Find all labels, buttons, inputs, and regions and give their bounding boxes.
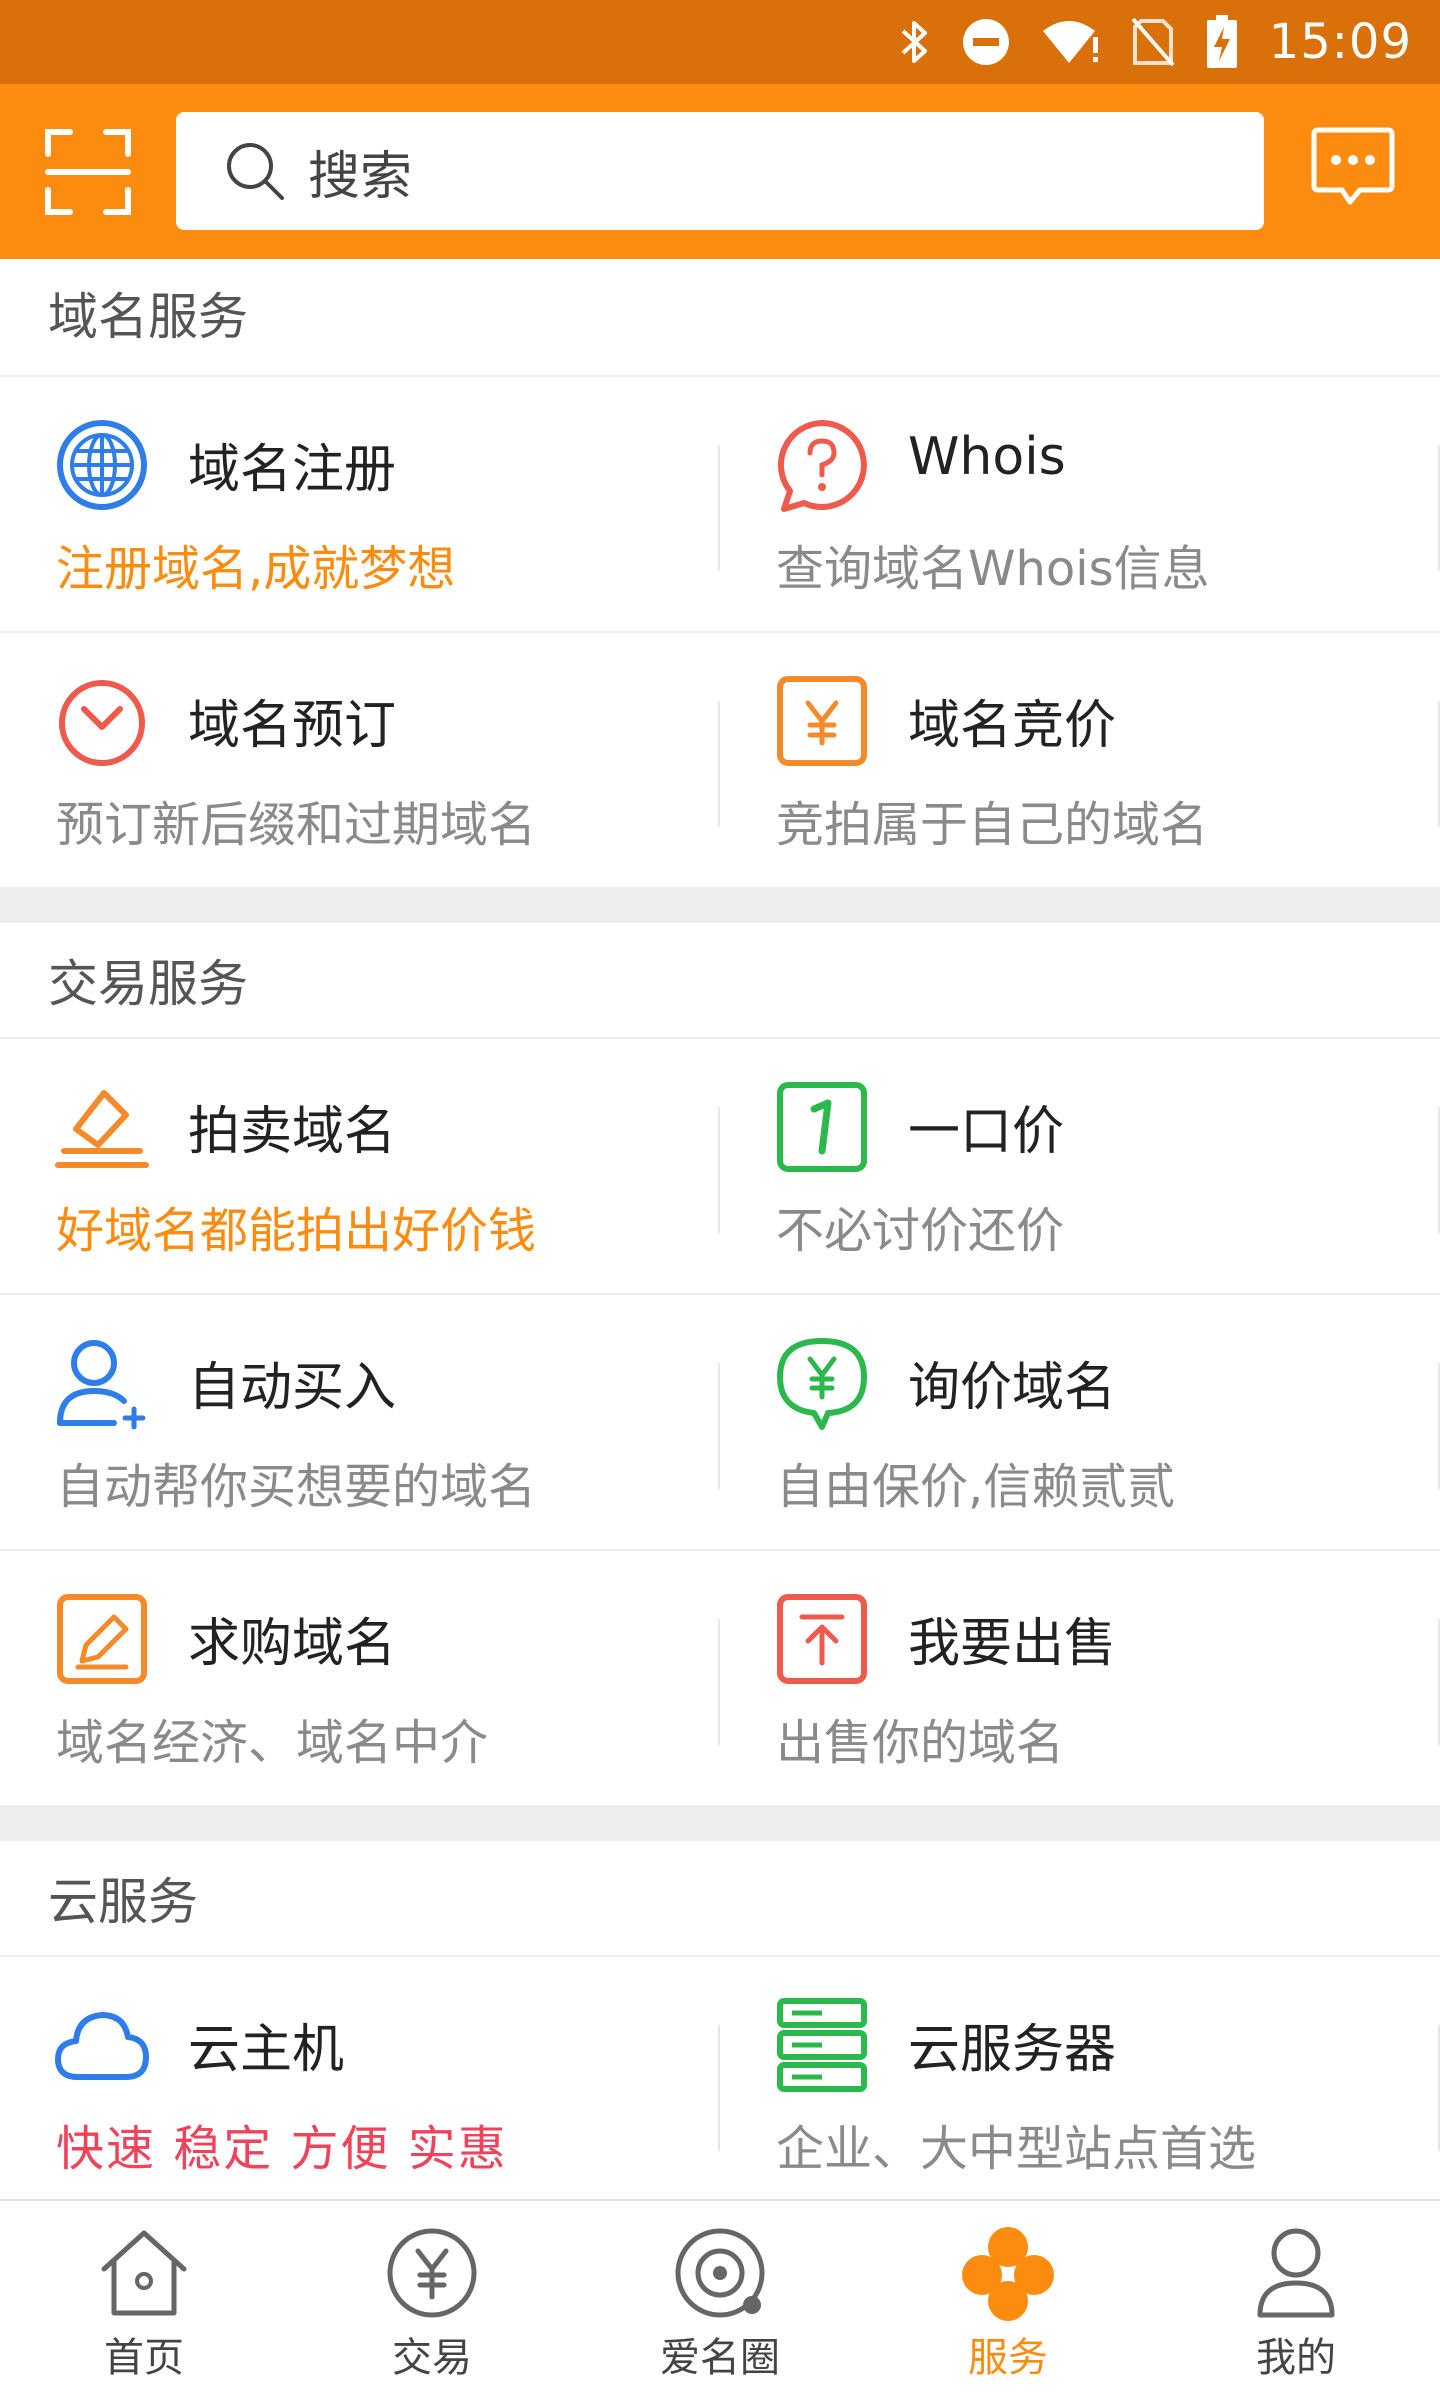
- nav-label: 服务: [968, 2335, 1048, 2381]
- nav-label: 我的: [1256, 2335, 1336, 2381]
- scan-icon[interactable]: [44, 128, 132, 216]
- yen-chat-icon: [777, 1338, 867, 1430]
- edit-icon: [57, 1594, 147, 1684]
- nav-label: 首页: [104, 2335, 184, 2381]
- service-title: 拍卖域名: [188, 1102, 397, 1162]
- nav-circle[interactable]: 爱名圈: [576, 2201, 864, 2392]
- service-whois[interactable]: Whois 查询域名Whois信息: [720, 377, 1440, 633]
- section-title-trade: 交易服务: [0, 923, 1440, 1039]
- service-desc: 自动帮你买想要的域名: [56, 1459, 537, 1515]
- disc-icon: [675, 2228, 765, 2318]
- service-desc: 注册域名,成就梦想: [56, 541, 456, 597]
- nav-home[interactable]: 首页: [0, 2201, 288, 2392]
- nav-mine[interactable]: 我的: [1152, 2201, 1440, 2392]
- service-title: 自动买入: [188, 1358, 397, 1418]
- search-placeholder: 搜索: [308, 146, 413, 207]
- do-not-disturb-icon: [962, 19, 1009, 65]
- status-time: 15:09: [1268, 14, 1412, 70]
- service-title: 域名竞价: [908, 696, 1117, 756]
- section-divider: [0, 1807, 1440, 1841]
- service-title: 云服务器: [908, 2020, 1117, 2080]
- service-auction[interactable]: 拍卖域名 好域名都能拍出好价钱: [0, 1039, 720, 1295]
- service-auto-buy[interactable]: 自动买入 自动帮你买想要的域名: [0, 1295, 720, 1551]
- service-row: 域名注册 注册域名,成就梦想 Whois 查询域名Whois信息: [0, 377, 1440, 633]
- no-sim-icon: [1131, 17, 1175, 67]
- service-title: 求购域名: [188, 1614, 397, 1674]
- service-desc: 预订新后缀和过期域名: [56, 797, 537, 853]
- status-bar: 15:09: [0, 0, 1440, 84]
- nav-trade[interactable]: 交易: [288, 2201, 576, 2392]
- clock-icon: [59, 680, 145, 766]
- service-domain-bidding[interactable]: 域名竞价 竞拍属于自己的域名: [720, 633, 1440, 889]
- service-sell[interactable]: 我要出售 出售你的域名: [720, 1551, 1440, 1807]
- service-desc: 查询域名Whois信息: [776, 541, 1210, 597]
- question-bubble-icon: [778, 420, 867, 512]
- service-desc: 好域名都能拍出好价钱: [56, 1203, 537, 1259]
- user-icon: [1257, 2228, 1335, 2318]
- upload-icon: [777, 1594, 867, 1684]
- service-desc: 不必讨价还价: [776, 1203, 1065, 1259]
- section-title-cloud: 云服务: [0, 1841, 1440, 1957]
- server-icon: [777, 1998, 867, 2092]
- globe-icon: [57, 420, 147, 510]
- cloud-icon: [55, 2012, 149, 2080]
- bottom-nav: 首页 交易 爱名圈 服务 我的: [0, 2199, 1440, 2392]
- service-domain-register[interactable]: 域名注册 注册域名,成就梦想: [0, 377, 720, 633]
- yen-circle-icon: [387, 2228, 477, 2318]
- service-wanted[interactable]: 求购域名 域名经济、域名中介: [0, 1551, 720, 1807]
- service-title: 云主机: [188, 2020, 345, 2080]
- service-row: 云主机 快速 稳定 方便 实惠 云服务器 企业、大中型站点首选: [0, 1957, 1440, 2199]
- service-row: 求购域名 域名经济、域名中介 我要出售 出售你的域名: [0, 1551, 1440, 1807]
- section-divider: [0, 889, 1440, 923]
- service-title: 一口价: [908, 1102, 1065, 1162]
- nav-label: 交易: [392, 2335, 472, 2381]
- home-icon: [101, 2230, 187, 2316]
- search-icon: [227, 143, 284, 200]
- user-add-icon: [57, 1340, 146, 1430]
- wifi-icon: [1042, 21, 1098, 63]
- service-row: 自动买入 自动帮你买想要的域名 询价域名 自由保价,信赖贰贰: [0, 1295, 1440, 1551]
- services-content[interactable]: 域名服务 域名注册 注册域名,成就梦想 Whois 查询域名Whois信息 域名…: [0, 259, 1440, 2199]
- section-title-domain: 域名服务: [0, 259, 1440, 377]
- service-row: 拍卖域名 好域名都能拍出好价钱 一口价 不必讨价还价: [0, 1039, 1440, 1295]
- message-icon[interactable]: [1310, 126, 1396, 212]
- service-desc: 快速 稳定 方便 实惠: [56, 2121, 508, 2177]
- yen-square-icon: [777, 676, 867, 766]
- service-title: 询价域名: [908, 1358, 1117, 1418]
- clover-icon: [962, 2227, 1054, 2321]
- service-title: 域名注册: [188, 440, 397, 500]
- service-desc: 出售你的域名: [776, 1715, 1065, 1771]
- bluetooth-icon: [901, 21, 927, 63]
- service-title: Whois: [908, 427, 1066, 487]
- service-row: 域名预订 预订新后缀和过期域名 域名竞价 竞拍属于自己的域名: [0, 633, 1440, 889]
- number-one-icon: [777, 1082, 867, 1172]
- nav-label: 爱名圈: [660, 2335, 780, 2381]
- gavel-icon: [55, 1090, 149, 1168]
- service-desc: 自由保价,信赖贰贰: [776, 1459, 1176, 1515]
- battery-charging-icon: [1206, 15, 1237, 68]
- top-header: 搜索: [0, 84, 1440, 259]
- service-title: 我要出售: [908, 1614, 1117, 1674]
- service-title: 域名预订: [188, 696, 397, 756]
- service-domain-reserve[interactable]: 域名预订 预订新后缀和过期域名: [0, 633, 720, 889]
- service-desc: 竞拍属于自己的域名: [776, 797, 1209, 853]
- service-desc: 企业、大中型站点首选: [776, 2121, 1257, 2177]
- service-cloud-host[interactable]: 云主机 快速 稳定 方便 实惠: [0, 1957, 720, 2199]
- nav-services[interactable]: 服务: [864, 2201, 1152, 2392]
- search-input[interactable]: 搜索: [176, 112, 1264, 230]
- service-inquiry[interactable]: 询价域名 自由保价,信赖贰贰: [720, 1295, 1440, 1551]
- service-desc: 域名经济、域名中介: [56, 1715, 489, 1771]
- service-fixed-price[interactable]: 一口价 不必讨价还价: [720, 1039, 1440, 1295]
- service-cloud-server[interactable]: 云服务器 企业、大中型站点首选: [720, 1957, 1440, 2199]
